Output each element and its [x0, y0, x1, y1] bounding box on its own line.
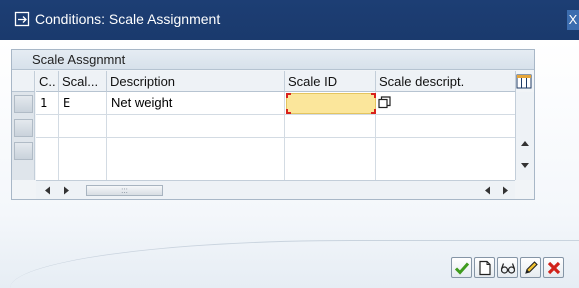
scroll-left-end-icon[interactable] [484, 186, 491, 195]
row-selector[interactable] [14, 142, 33, 160]
cell-c [36, 138, 59, 180]
column-header-scale[interactable]: Scal... [59, 71, 107, 92]
table-row[interactable]: 1 E Net weight [36, 92, 516, 115]
scroll-down-icon[interactable] [520, 162, 530, 169]
glasses-icon [500, 263, 516, 274]
cell-scale-descript [376, 115, 516, 137]
table-settings-icon[interactable] [515, 72, 533, 91]
cell-scale [59, 115, 107, 137]
column-header-c[interactable]: C.. [36, 71, 59, 92]
cancel-button[interactable] [543, 257, 564, 278]
scroll-up-icon[interactable] [520, 140, 530, 147]
display-button[interactable] [497, 257, 518, 278]
cell-scale [59, 138, 107, 180]
cancel-icon [547, 261, 561, 275]
window-icon [14, 11, 30, 27]
select-all-cell[interactable] [12, 71, 35, 92]
close-button[interactable]: X [567, 10, 579, 30]
cell-scale-id [285, 138, 376, 180]
scroll-left-icon[interactable] [44, 186, 51, 195]
scroll-right-end-icon[interactable] [502, 186, 509, 195]
scroll-thumb[interactable]: ::: [86, 185, 163, 196]
table-title: Scale Assgnmnt [12, 50, 534, 70]
vertical-scrollbar[interactable] [515, 92, 534, 180]
cell-description [107, 138, 285, 180]
cell-description: Net weight [107, 92, 285, 114]
copy-icon[interactable] [378, 96, 391, 109]
new-document-icon [479, 260, 491, 276]
scale-assignment-table: Scale Assgnmnt C.. Scal... Description S… [11, 49, 535, 200]
cell-c [36, 115, 59, 137]
table-row[interactable] [36, 138, 516, 180]
window-titlebar: Conditions: Scale Assignment X [0, 0, 579, 40]
table-row[interactable] [36, 115, 516, 138]
new-entries-button[interactable] [474, 257, 495, 278]
window-title: Conditions: Scale Assignment [35, 11, 221, 27]
cell-scale: E [59, 92, 107, 114]
cell-description [107, 115, 285, 137]
checkmark-icon [454, 262, 470, 275]
cell-scale-descript [376, 92, 516, 114]
scroll-right-icon[interactable] [63, 186, 70, 195]
scale-id-input[interactable] [286, 93, 376, 114]
column-header-scale-id[interactable]: Scale ID [285, 71, 376, 92]
cell-scale-id [285, 115, 376, 137]
change-button[interactable] [520, 257, 541, 278]
cell-scale-descript [376, 138, 516, 180]
row-selector[interactable] [14, 95, 33, 113]
column-header-description[interactable]: Description [107, 71, 285, 92]
continue-button[interactable] [451, 257, 472, 278]
pencil-icon [525, 261, 538, 274]
row-selector[interactable] [14, 119, 33, 137]
cell-c: 1 [36, 92, 59, 114]
horizontal-scrollbar[interactable]: ::: [36, 180, 515, 199]
column-header-scale-descript[interactable]: Scale descript. [376, 71, 516, 92]
